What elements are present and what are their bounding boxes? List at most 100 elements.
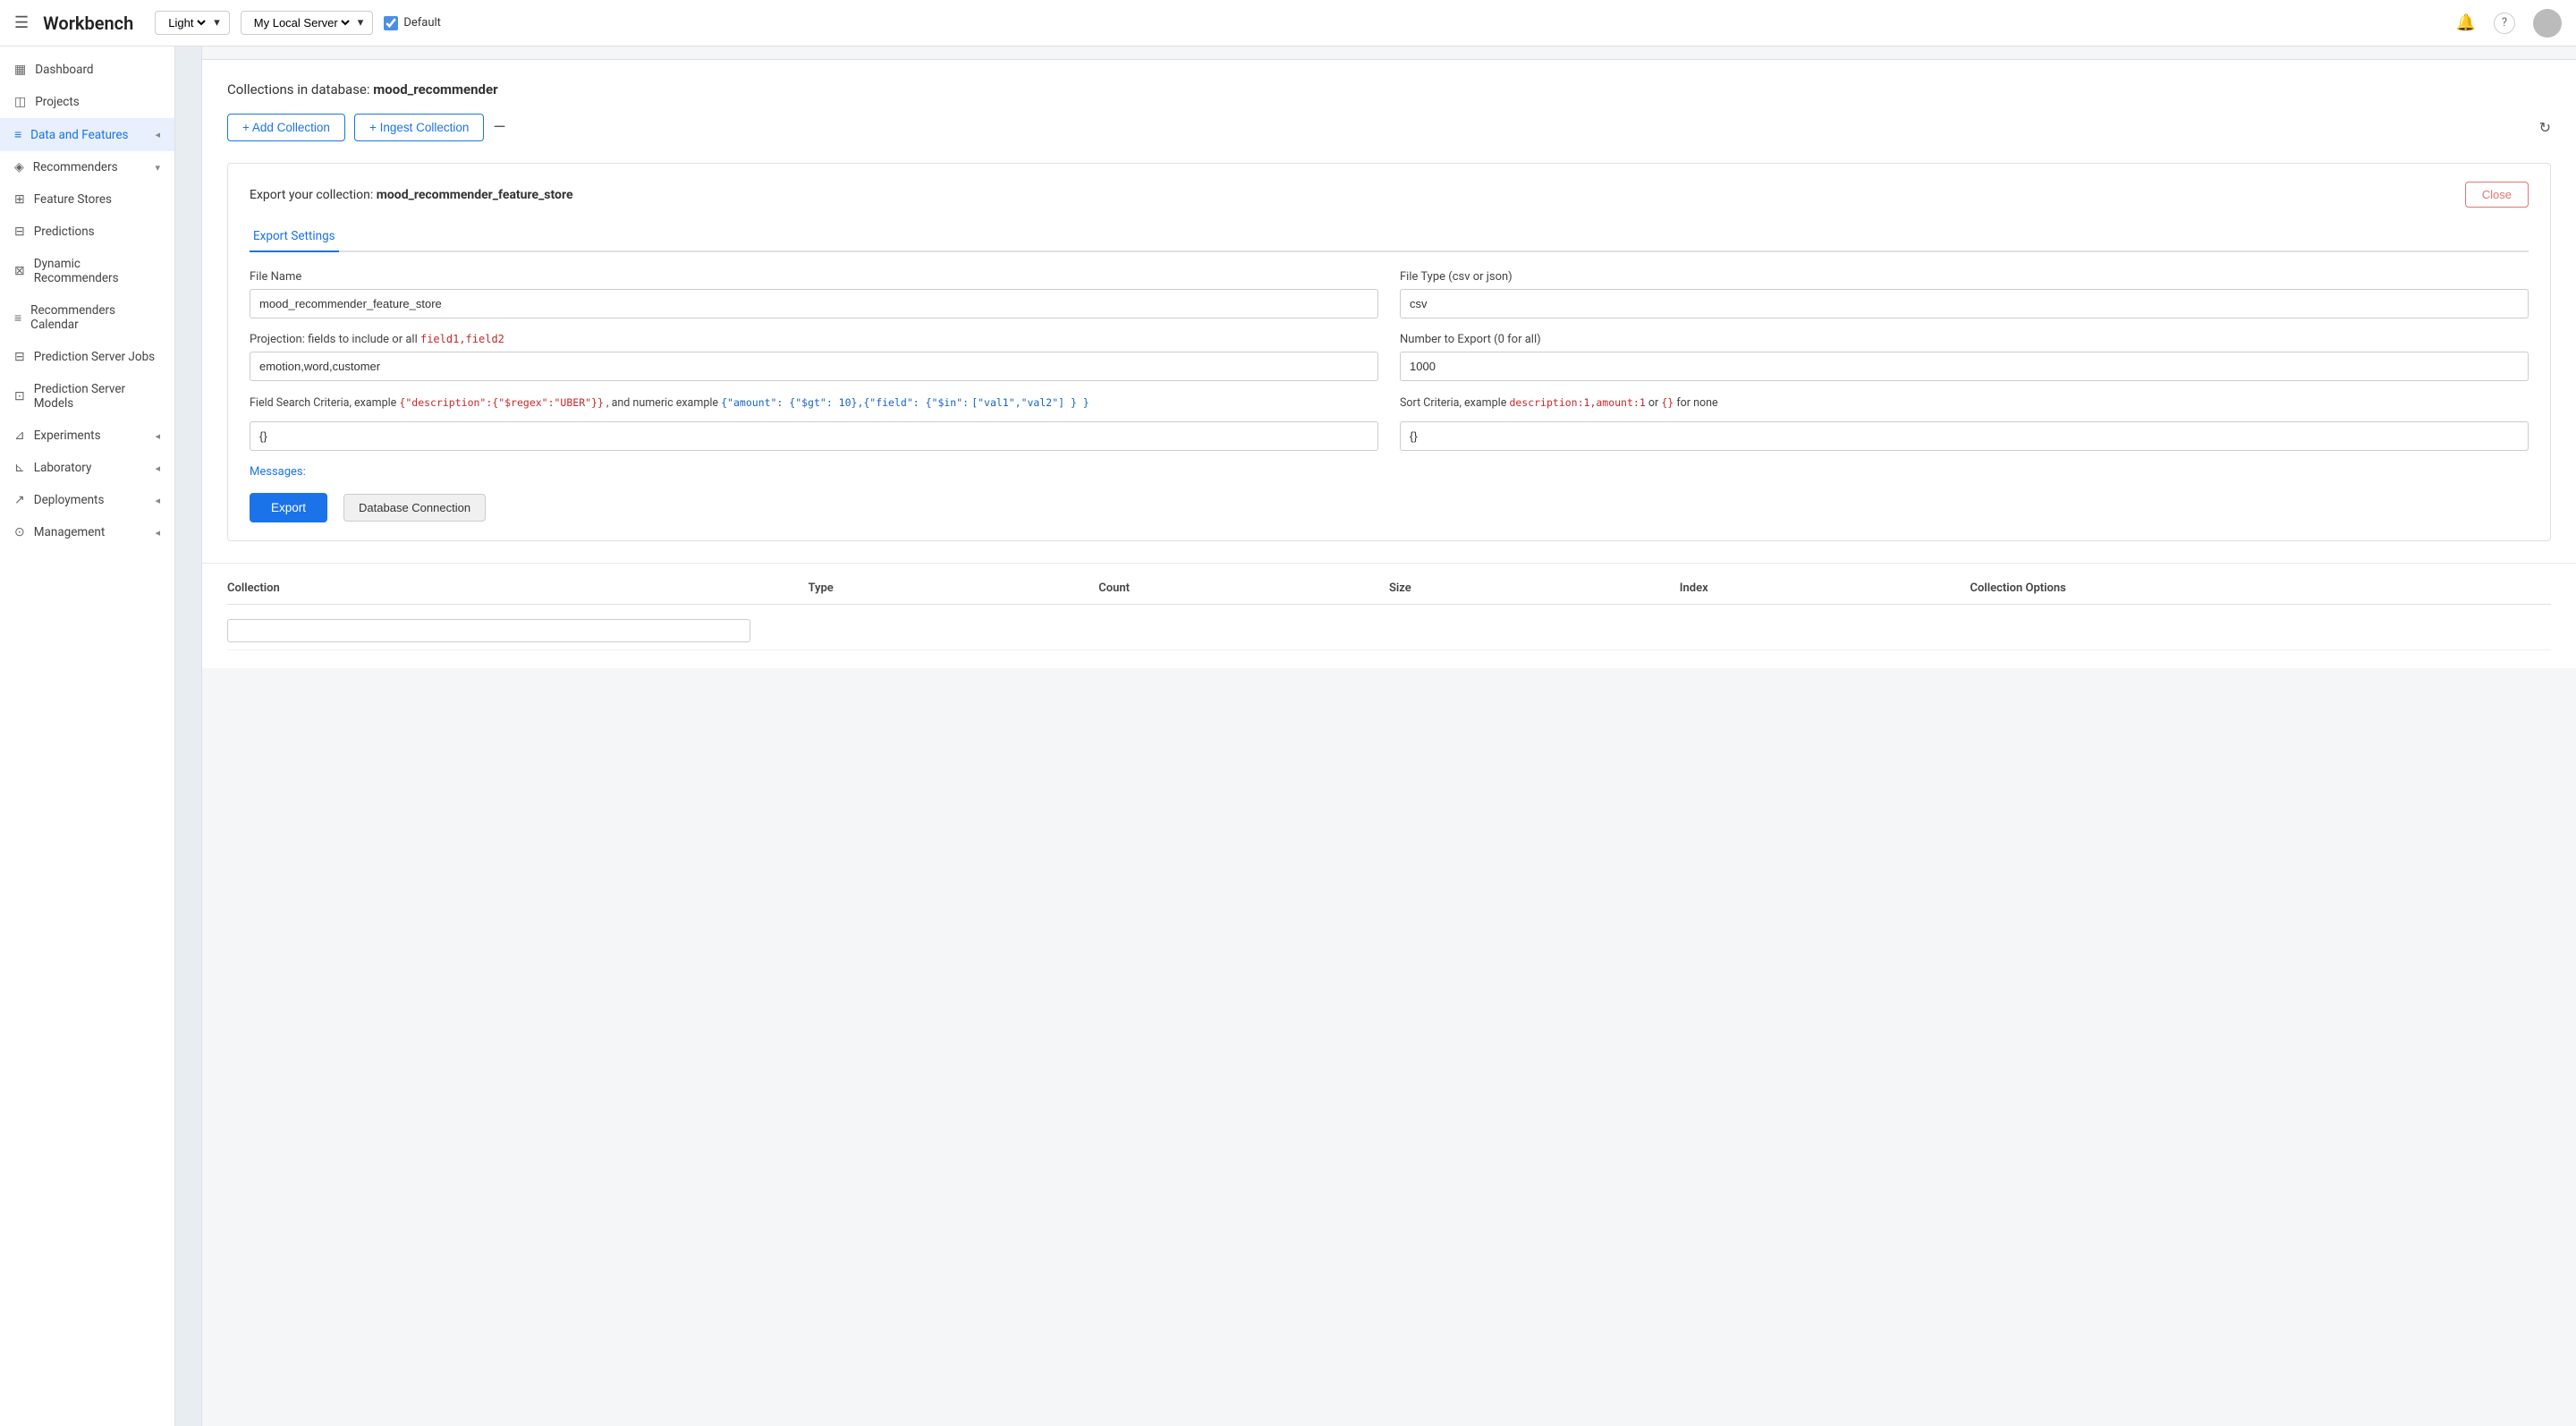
deployments-chevron-icon: ◂ bbox=[155, 495, 160, 506]
default-checkbox[interactable] bbox=[384, 16, 398, 30]
sidebar: ▦ Dashboard ◫ Projects ≡ Data and Featur… bbox=[0, 47, 175, 1426]
sidebar-label-prediction-server-models: Prediction Server Models bbox=[34, 382, 160, 411]
app-title: Workbench bbox=[43, 13, 133, 34]
export-tabs: Export Settings bbox=[250, 222, 2529, 252]
action-bar: + Add Collection + Ingest Collection — ↻ bbox=[227, 114, 2551, 141]
sidebar-label-recommenders-calendar: Recommenders Calendar bbox=[30, 303, 160, 332]
close-button[interactable]: Close bbox=[2465, 182, 2529, 208]
add-collection-button[interactable]: + Add Collection bbox=[227, 114, 345, 141]
file-name-input[interactable] bbox=[250, 289, 1378, 318]
feature-stores-icon: ⊞ bbox=[14, 192, 25, 207]
field-search-label: Field Search Criteria, example {"descrip… bbox=[250, 395, 1378, 412]
laboratory-icon: ⊾ bbox=[14, 461, 25, 475]
data-features-chevron-icon: ◂ bbox=[155, 129, 160, 140]
sidebar-item-dynamic-recommenders[interactable]: ⊠ Dynamic Recommenders bbox=[0, 248, 174, 294]
table-header-size: Size bbox=[1389, 581, 1680, 595]
table-header-count: Count bbox=[1098, 581, 1389, 595]
file-type-group: File Type (csv or json) bbox=[1400, 270, 2529, 318]
field-search-group: Field Search Criteria, example {"descrip… bbox=[250, 395, 1378, 451]
file-type-input[interactable] bbox=[1400, 289, 2529, 318]
theme-select-input[interactable]: Light bbox=[165, 15, 208, 30]
server-selector[interactable]: My Local Server ▾ bbox=[241, 11, 374, 35]
sidebar-label-dynamic-recommenders: Dynamic Recommenders bbox=[34, 257, 160, 285]
export-header: Export your collection: mood_recommender… bbox=[250, 182, 2529, 208]
field-search-code1: {"description":{"$regex":"UBER"}} bbox=[399, 396, 603, 409]
number-export-input[interactable] bbox=[1400, 352, 2529, 381]
experiments-icon: ⊿ bbox=[14, 429, 25, 443]
table-cell-collection[interactable] bbox=[227, 619, 809, 642]
messages-label: Messages: bbox=[250, 465, 2529, 479]
dashboard-icon: ▦ bbox=[14, 63, 26, 77]
sort-code2: {} bbox=[1661, 396, 1674, 409]
table-cell-count bbox=[1098, 619, 1389, 642]
sidebar-item-management[interactable]: ⊙ Management ◂ bbox=[0, 516, 174, 548]
sidebar-label-feature-stores: Feature Stores bbox=[34, 192, 112, 207]
ingest-collection-button[interactable]: + Ingest Collection bbox=[354, 114, 484, 141]
topbar: ☰ Workbench Light ▾ My Local Server ▾ De… bbox=[0, 0, 2576, 47]
sidebar-item-recommenders-calendar[interactable]: ≡ Recommenders Calendar bbox=[0, 294, 174, 341]
sidebar-item-predictions[interactable]: ⊟ Predictions bbox=[0, 216, 174, 248]
theme-selector[interactable]: Light ▾ bbox=[155, 11, 230, 35]
table-header-index: Index bbox=[1680, 581, 1970, 595]
db-connection-button[interactable]: Database Connection bbox=[343, 494, 486, 522]
sort-criteria-input[interactable] bbox=[1400, 421, 2529, 451]
refresh-icon[interactable]: ↻ bbox=[2539, 119, 2551, 136]
sidebar-label-predictions: Predictions bbox=[34, 225, 95, 239]
db-name: mood_recommender bbox=[373, 81, 497, 98]
main-content: Collections in database: mood_recommende… bbox=[202, 47, 2576, 1426]
sidebar-label-recommenders: Recommenders bbox=[33, 160, 118, 174]
field-search-code2: {"amount": {"$gt": 10},{"field": {"$in": bbox=[721, 396, 969, 409]
sidebar-item-experiments[interactable]: ⊿ Experiments ◂ bbox=[0, 420, 174, 452]
server-chevron-icon: ▾ bbox=[358, 16, 364, 30]
table-row bbox=[227, 612, 2551, 650]
recommenders-icon: ◈ bbox=[14, 160, 24, 174]
data-features-icon: ≡ bbox=[14, 127, 21, 142]
sidebar-item-feature-stores[interactable]: ⊞ Feature Stores bbox=[0, 183, 174, 216]
number-export-group: Number to Export (0 for all) bbox=[1400, 333, 2529, 381]
theme-chevron-icon: ▾ bbox=[214, 16, 220, 30]
collections-card: Collections in database: mood_recommende… bbox=[202, 60, 2576, 564]
sidebar-label-management: Management bbox=[34, 525, 106, 539]
export-section: Export your collection: mood_recommender… bbox=[227, 163, 2551, 541]
server-select-input[interactable]: My Local Server bbox=[250, 15, 352, 30]
sidebar-item-recommenders[interactable]: ◈ Recommenders ▾ bbox=[0, 151, 174, 183]
prediction-server-jobs-icon: ⊟ bbox=[14, 350, 25, 364]
sidebar-item-dashboard[interactable]: ▦ Dashboard bbox=[0, 54, 174, 86]
management-icon: ⊙ bbox=[14, 525, 25, 539]
field-search-input[interactable] bbox=[250, 421, 1378, 451]
bell-icon[interactable]: 🔔 bbox=[2456, 13, 2476, 32]
table-header: Collection Type Count Size Index Collect… bbox=[227, 581, 2551, 605]
menu-icon[interactable]: ☰ bbox=[14, 13, 29, 32]
number-export-label: Number to Export (0 for all) bbox=[1400, 333, 2529, 346]
experiments-chevron-icon: ◂ bbox=[155, 430, 160, 442]
avatar[interactable] bbox=[2533, 9, 2562, 38]
projection-code: field1,field2 bbox=[420, 333, 504, 345]
file-name-group: File Name bbox=[250, 270, 1378, 318]
export-button[interactable]: Export bbox=[250, 493, 327, 522]
sidebar-label-prediction-server-jobs: Prediction Server Jobs bbox=[34, 350, 155, 364]
help-icon[interactable]: ? bbox=[2494, 13, 2515, 34]
table-section: Collection Type Count Size Index Collect… bbox=[202, 564, 2576, 668]
left-panel-collapsed bbox=[175, 47, 202, 1426]
sidebar-item-projects[interactable]: ◫ Projects bbox=[0, 86, 174, 118]
field-search-sort-group: Field Search Criteria, example {"descrip… bbox=[250, 395, 2529, 451]
recommenders-chevron-icon: ▾ bbox=[155, 162, 160, 174]
sidebar-label-dashboard: Dashboard bbox=[35, 63, 93, 77]
prediction-server-models-icon: ⊡ bbox=[14, 389, 25, 403]
sidebar-item-prediction-server-models[interactable]: ⊡ Prediction Server Models bbox=[0, 373, 174, 420]
collection-search-input[interactable] bbox=[227, 619, 750, 642]
sidebar-item-deployments[interactable]: ↗ Deployments ◂ bbox=[0, 484, 174, 516]
projects-icon: ◫ bbox=[14, 95, 26, 109]
sidebar-item-prediction-server-jobs[interactable]: ⊟ Prediction Server Jobs bbox=[0, 341, 174, 373]
table-cell-options bbox=[1970, 619, 2552, 642]
predictions-icon: ⊟ bbox=[14, 225, 25, 239]
sidebar-item-laboratory[interactable]: ⊾ Laboratory ◂ bbox=[0, 452, 174, 484]
projection-group: Projection: fields to include or all fie… bbox=[250, 333, 1378, 381]
sidebar-item-data-features[interactable]: ≡ Data and Features ◂ bbox=[0, 118, 174, 151]
export-collection-name: mood_recommender_feature_store bbox=[377, 188, 573, 202]
projection-input[interactable] bbox=[250, 352, 1378, 381]
sidebar-label-experiments: Experiments bbox=[34, 429, 101, 443]
file-type-label: File Type (csv or json) bbox=[1400, 270, 2529, 284]
sort-criteria-label: Sort Criteria, example description:1,amo… bbox=[1400, 395, 2529, 412]
export-settings-tab[interactable]: Export Settings bbox=[250, 222, 339, 252]
